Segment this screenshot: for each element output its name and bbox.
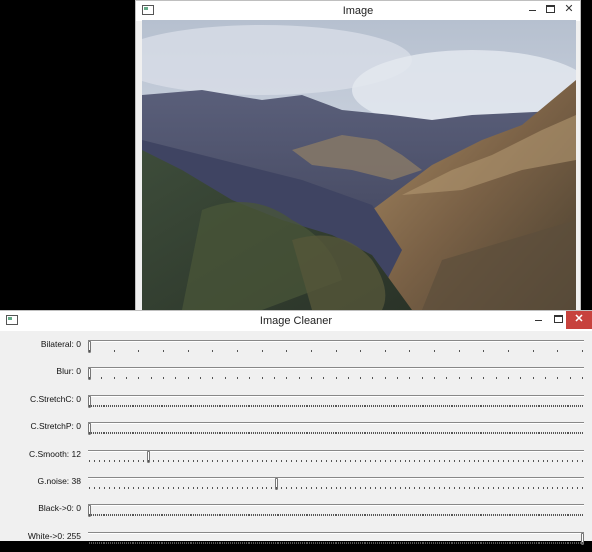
slider-tick-marks xyxy=(89,432,583,435)
image-window-titlebar[interactable]: Image ✕ xyxy=(136,1,580,21)
slider-ticks xyxy=(88,377,584,380)
slider-tick-marks xyxy=(89,350,583,352)
slider-ticks xyxy=(88,350,584,353)
slider-ticks xyxy=(88,541,584,545)
slider-track[interactable] xyxy=(88,422,584,436)
slider-tick-marks xyxy=(89,459,583,462)
slider-row: C.StretchC: 0 xyxy=(0,388,592,415)
slider-label: Blur: 0 xyxy=(56,366,81,377)
close-button[interactable]: ✕ xyxy=(566,311,592,329)
slider-list: Bilateral: 0 Blur: 0 C.StretchC: 0 C.Str… xyxy=(0,333,592,552)
slider-tick-marks xyxy=(89,514,583,517)
slider-ticks xyxy=(88,459,584,463)
slider-ticks xyxy=(88,514,584,517)
image-cleaner-window: Image Cleaner ✕ Bilateral: 0 Blur: 0 C.S… xyxy=(0,310,592,545)
maximize-button[interactable] xyxy=(548,311,566,329)
mountain-landscape-image xyxy=(142,20,576,310)
minimize-button[interactable] xyxy=(528,311,548,329)
slider-ticks xyxy=(88,404,584,408)
cleaner-window-title: Image Cleaner xyxy=(259,315,333,327)
slider-track[interactable] xyxy=(88,367,584,381)
slider-tick-marks xyxy=(89,404,583,407)
slider-ticks xyxy=(88,486,584,490)
slider-ticks xyxy=(88,432,584,435)
maximize-button[interactable] xyxy=(540,1,558,19)
slider-track[interactable] xyxy=(88,449,584,463)
slider-label: C.StretchP: 0 xyxy=(30,421,81,432)
slider-tick-marks xyxy=(89,377,583,380)
slider-track[interactable] xyxy=(88,504,584,518)
cleaner-window-titlebar[interactable]: Image Cleaner ✕ xyxy=(0,311,592,331)
slider-label: G.noise: 38 xyxy=(37,475,81,486)
slider-label: C.Smooth: 12 xyxy=(29,448,81,459)
image-window-title: Image xyxy=(342,5,374,17)
slider-row: G.noise: 38 xyxy=(0,470,592,497)
slider-label: Black->0: 0 xyxy=(38,503,81,514)
slider-track[interactable] xyxy=(88,476,584,490)
slider-tick-marks xyxy=(89,541,583,544)
slider-row: Blur: 0 xyxy=(0,360,592,387)
image-display xyxy=(142,20,576,310)
slider-row: C.StretchP: 0 xyxy=(0,415,592,442)
slider-row: Black->0: 0 xyxy=(0,497,592,524)
slider-track[interactable] xyxy=(88,340,584,353)
slider-track[interactable] xyxy=(88,394,584,408)
slider-track[interactable] xyxy=(88,531,584,545)
close-button[interactable]: ✕ xyxy=(560,1,578,19)
slider-label: Bilateral: 0 xyxy=(40,339,81,349)
slider-tick-marks xyxy=(89,486,583,489)
slider-row: White->0: 255 xyxy=(0,525,592,552)
slider-label: C.StretchC: 0 xyxy=(29,393,81,404)
minimize-button[interactable] xyxy=(522,1,540,19)
slider-row: Bilateral: 0 xyxy=(0,333,592,360)
slider-row: C.Smooth: 12 xyxy=(0,443,592,470)
slider-label: White->0: 255 xyxy=(27,530,81,541)
image-window: Image ✕ xyxy=(135,0,581,312)
